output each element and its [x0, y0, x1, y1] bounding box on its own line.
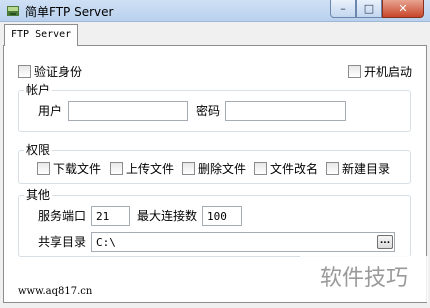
browse-button[interactable]: ...: [377, 235, 393, 249]
window-title: 简单FTP Server: [25, 5, 114, 19]
user-label: 用户: [38, 104, 63, 118]
perm-mkdir-checkbox[interactable]: 新建目录: [326, 160, 390, 177]
caption-buttons: – □ ✕: [330, 0, 424, 20]
user-input[interactable]: [68, 101, 188, 121]
other-group-label: 其他: [24, 188, 53, 202]
perm-delete-checkbox[interactable]: 删除文件: [182, 160, 246, 177]
checkbox-box[interactable]: [326, 162, 339, 175]
tab-ftp-server[interactable]: FTP Server: [4, 24, 78, 46]
perm-upload-checkbox[interactable]: 上传文件: [110, 160, 174, 177]
perm-delete-label: 删除文件: [198, 162, 247, 176]
perm-download-label: 下载文件: [53, 162, 102, 176]
port-label: 服务端口: [38, 209, 87, 223]
app-icon: [7, 6, 19, 16]
password-label: 密码: [196, 104, 221, 118]
password-input[interactable]: [225, 101, 346, 121]
autostart-label: 开机启动: [364, 65, 413, 79]
permissions-group-label: 权限: [24, 143, 53, 157]
perm-download-checkbox[interactable]: 下载文件: [37, 160, 101, 177]
perm-upload-label: 上传文件: [126, 162, 175, 176]
max-connections-input[interactable]: [202, 206, 242, 226]
close-button[interactable]: ✕: [382, 0, 424, 18]
minimize-button[interactable]: –: [330, 0, 356, 18]
share-dir-label: 共享目录: [38, 235, 87, 249]
autostart-checkbox[interactable]: 开机启动: [348, 63, 412, 80]
title-bar: 简单FTP Server – □ ✕: [0, 0, 430, 22]
checkbox-box[interactable]: [182, 162, 195, 175]
perm-rename-label: 文件改名: [270, 162, 319, 176]
checkbox-box[interactable]: [37, 162, 50, 175]
checkbox-box[interactable]: [110, 162, 123, 175]
account-group-label: 帐户: [24, 83, 53, 97]
checkbox-box[interactable]: [18, 65, 31, 78]
verify-identity-checkbox[interactable]: 验证身份: [18, 63, 82, 80]
verify-identity-label: 验证身份: [34, 65, 83, 79]
perm-rename-checkbox[interactable]: 文件改名: [254, 160, 318, 177]
checkbox-box[interactable]: [348, 65, 361, 78]
watermark: 软件技巧: [300, 256, 428, 302]
max-connections-label: 最大连接数: [137, 209, 198, 223]
checkbox-box[interactable]: [254, 162, 267, 175]
maximize-button[interactable]: □: [356, 0, 382, 18]
perm-mkdir-label: 新建目录: [342, 162, 391, 176]
share-dir-input[interactable]: [91, 232, 395, 252]
footer-url: www.aq817.cn: [18, 286, 93, 297]
port-input[interactable]: [91, 206, 130, 226]
